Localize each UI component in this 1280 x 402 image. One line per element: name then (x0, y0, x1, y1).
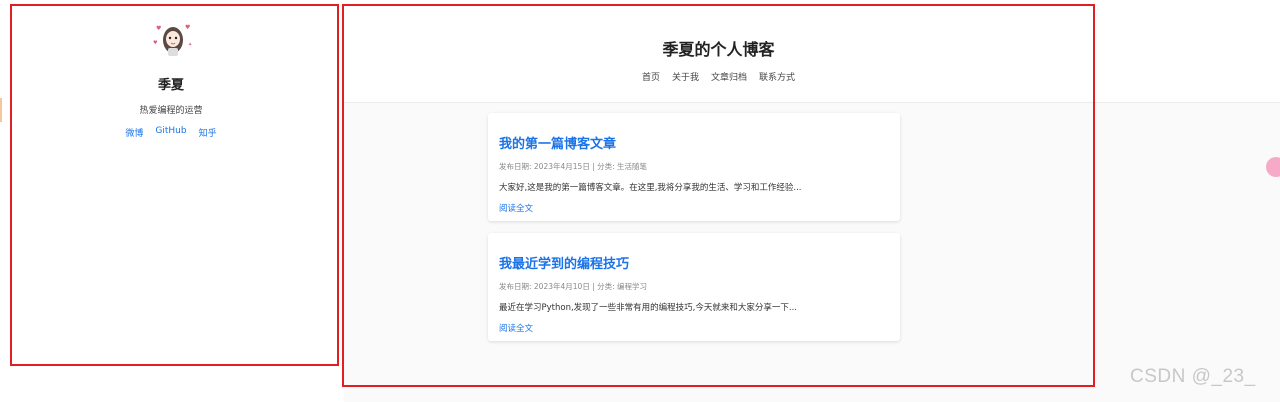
blog-annotation-frame (342, 4, 1095, 387)
profile-sidebar: ♥ ♥ ♥ ✦ 季夏 热爱编程的运营 微博 GitHub 知乎 (0, 0, 342, 402)
sidebar-annotation-frame (10, 4, 339, 366)
watermark: CSDN @_23_ (1130, 366, 1256, 387)
pink-float-icon[interactable] (1266, 157, 1280, 177)
